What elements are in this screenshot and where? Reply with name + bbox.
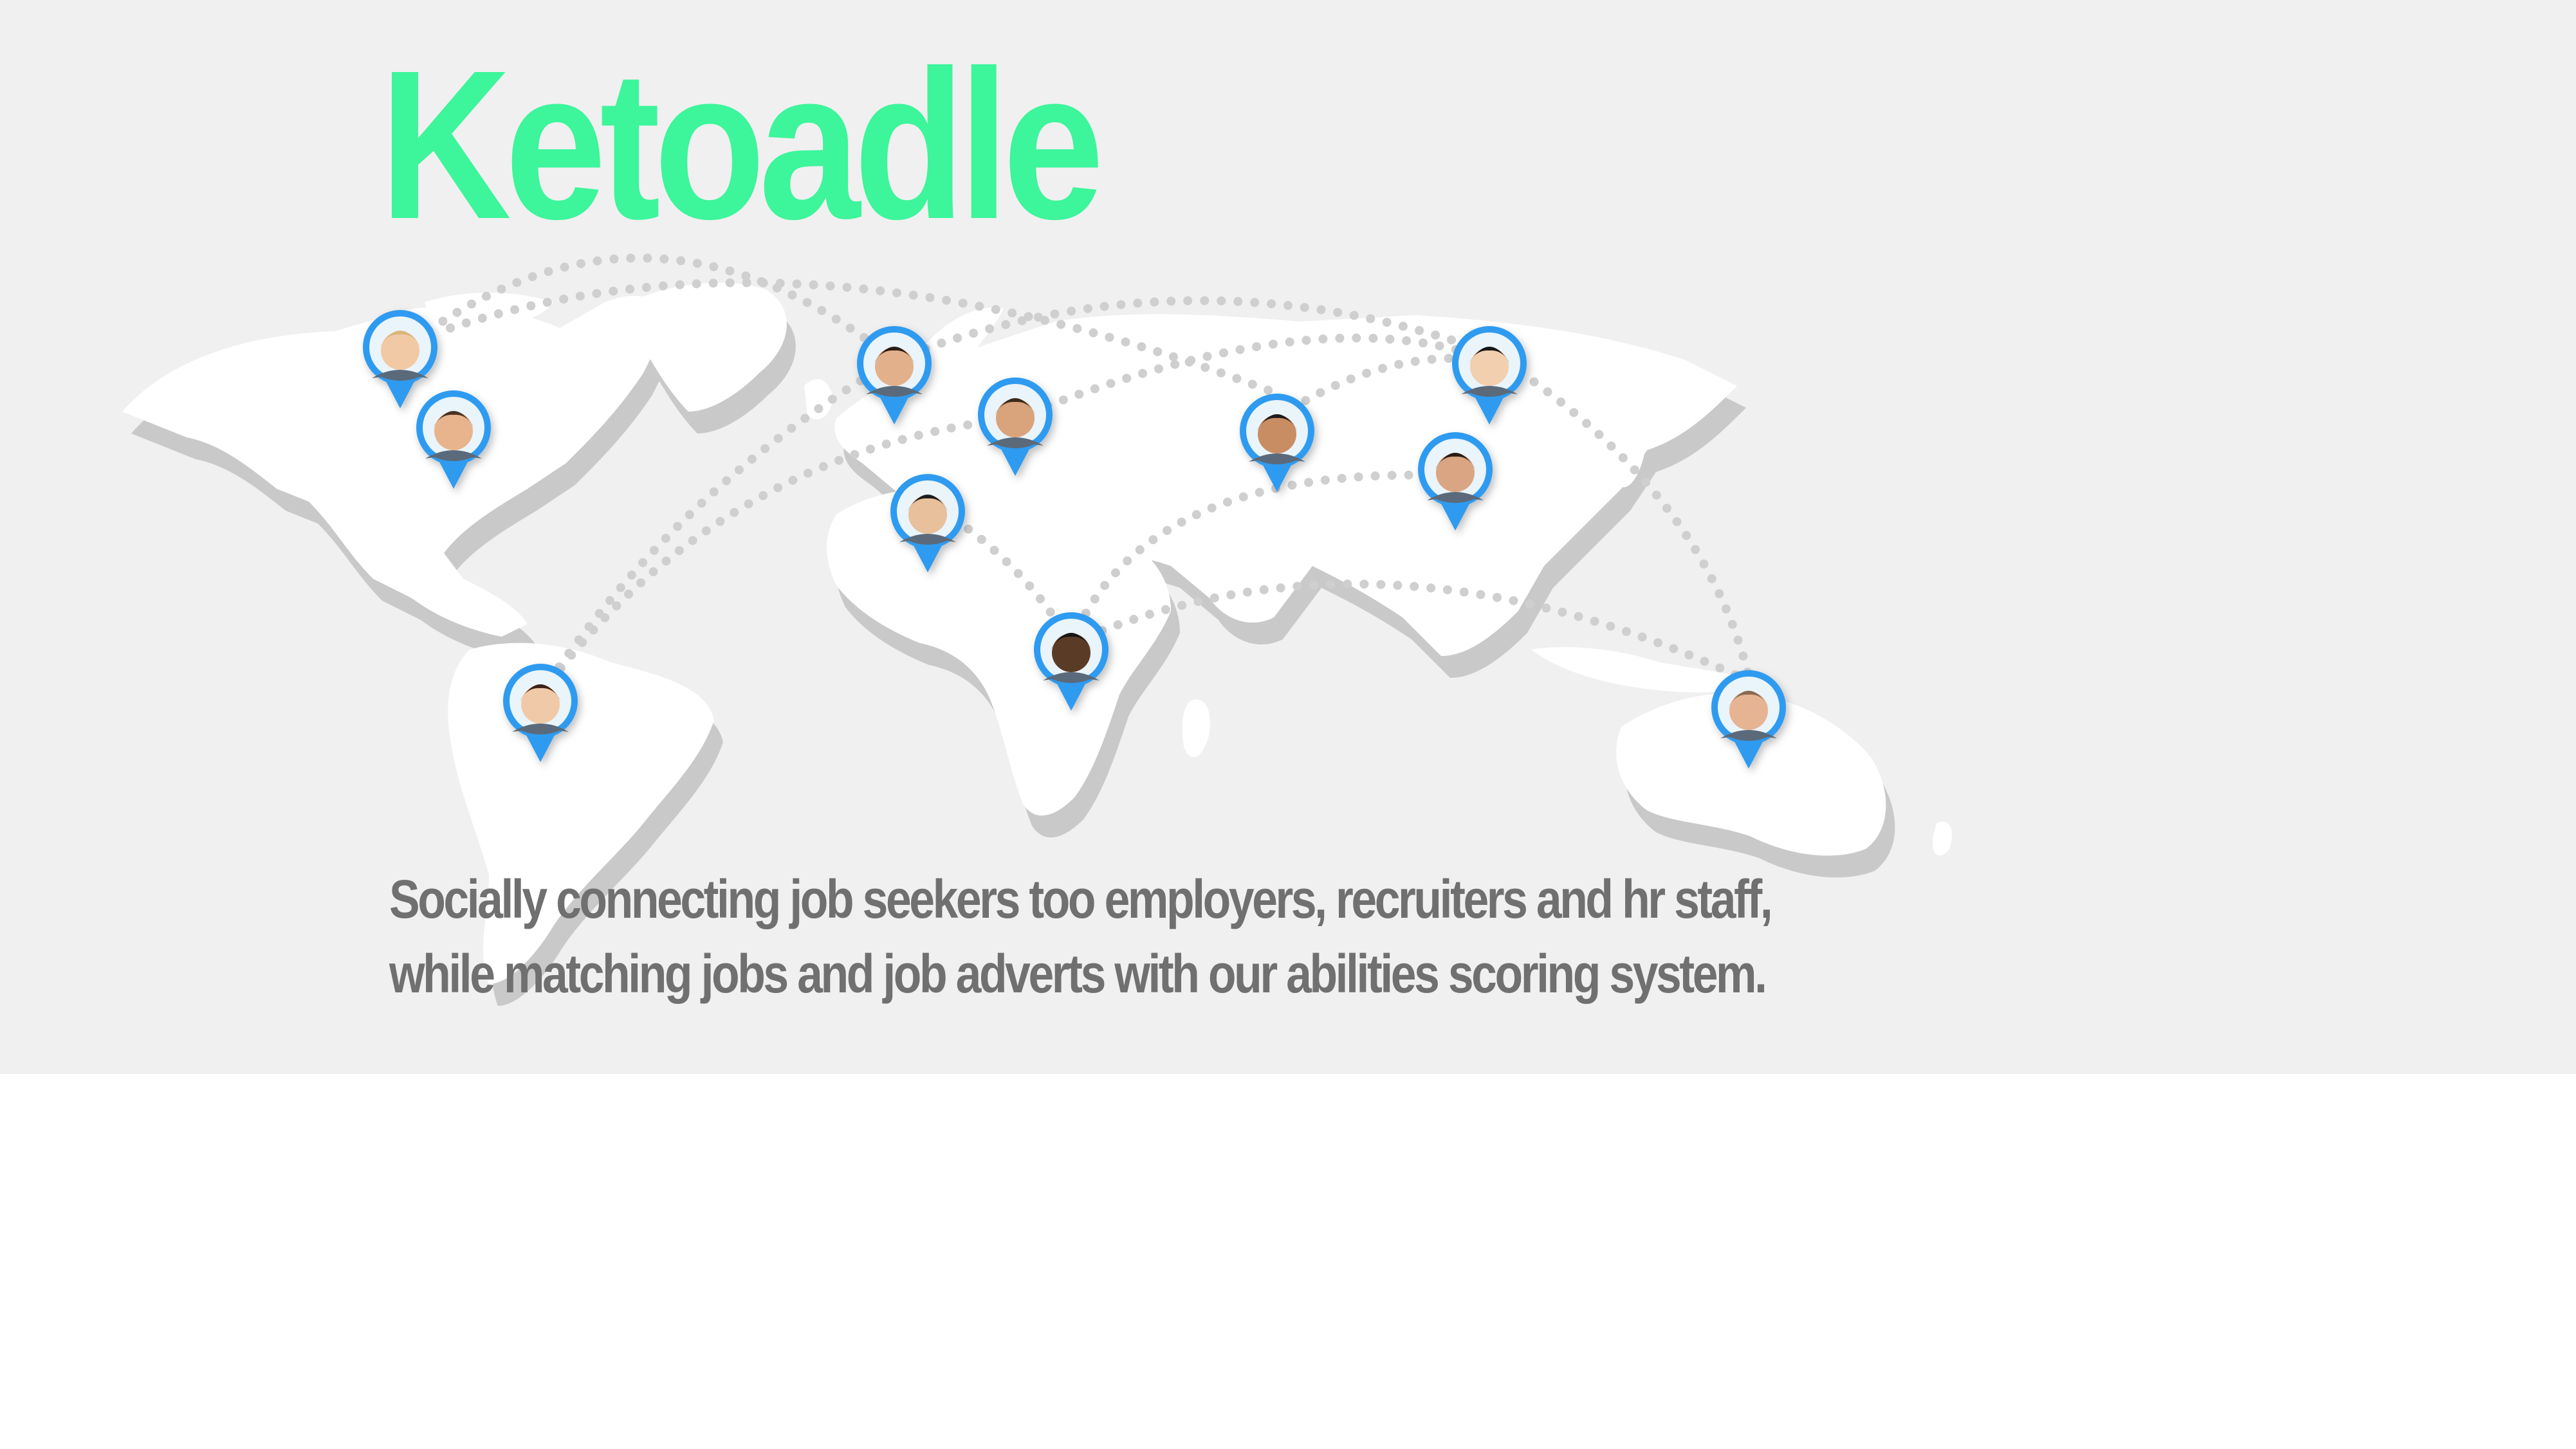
avatar-face-icon — [1729, 691, 1768, 730]
avatar-face-icon — [1436, 453, 1475, 492]
new-zealand-land — [1933, 821, 1952, 856]
avatar-face-icon — [521, 685, 560, 724]
avatar-face-icon — [1052, 633, 1090, 672]
avatar-face-icon — [908, 495, 947, 534]
africa-land — [827, 489, 1171, 816]
tagline: Socially connecting job seekers too empl… — [389, 862, 1773, 1011]
avatar-face-icon — [1258, 415, 1296, 453]
tagline-line-2: while matching jobs and job adverts with… — [389, 943, 1767, 1004]
avatar-face-icon — [1470, 347, 1509, 386]
avatar-face-icon — [434, 412, 473, 450]
hero-banner: Ketoadle Socially connecting job seekers… — [0, 0, 2576, 1074]
avatar-face-icon — [996, 399, 1035, 437]
tagline-line-1: Socially connecting job seekers too empl… — [389, 869, 1773, 929]
avatar-face-icon — [875, 347, 914, 386]
brand-title: Ketoadle — [380, 26, 1104, 263]
madagascar-land — [1182, 699, 1210, 758]
lower-blank-area — [0, 1074, 2576, 1449]
avatar-face-icon — [381, 331, 419, 370]
